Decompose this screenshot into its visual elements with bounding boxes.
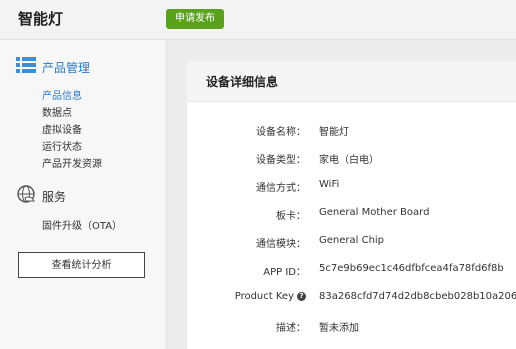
publish-button[interactable]: 申请发布 bbox=[166, 9, 224, 29]
sidebar-item-product-info[interactable]: 产品信息 bbox=[42, 87, 82, 102]
sidebar-item-run-status[interactable]: 运行状态 bbox=[42, 138, 82, 153]
detail-label: 设备类型： bbox=[256, 155, 306, 166]
top-bar: 智能灯 申请发布 bbox=[0, 0, 516, 40]
detail-label: APP ID： bbox=[263, 267, 306, 278]
detail-row-product-key: Product Key ? 83a268cfd7d74d2db8cbeb028b… bbox=[187, 291, 516, 305]
detail-value: 暂未添加 bbox=[319, 323, 359, 334]
sidebar-item-dev-resources[interactable]: 产品开发资源 bbox=[42, 155, 102, 170]
sidebar: 产品管理 产品信息 数据点 虚拟设备 运行状态 产品开发资源 服务 固件升级（O… bbox=[0, 40, 167, 349]
detail-row-comm-module: 通信模块： General Chip bbox=[187, 235, 516, 250]
detail-row-board: 板卡： General Mother Board bbox=[187, 207, 516, 222]
detail-row-comm-method: 通信方式： WiFi bbox=[187, 179, 516, 194]
sidebar-item-data-points[interactable]: 数据点 bbox=[42, 104, 72, 119]
detail-value: 家电（白电） bbox=[319, 155, 379, 166]
detail-row-description: 描述： 暂未添加 bbox=[187, 319, 516, 334]
detail-row-app-id: APP ID： 5c7e9b69ec1c46dfbfcea4fa78fd6f8b bbox=[187, 263, 516, 278]
detail-value: General Mother Board bbox=[319, 207, 430, 218]
detail-row-device-name: 设备名称： 智能灯 bbox=[187, 123, 516, 138]
view-stats-button[interactable]: 查看统计分析 bbox=[18, 252, 145, 278]
device-detail-panel: 设备详细信息 设备名称： 智能灯 设备类型： 家电（白电） 通信方式： WiFi… bbox=[187, 61, 516, 349]
detail-value: 智能灯 bbox=[319, 127, 349, 138]
detail-value: 5c7e9b69ec1c46dfbfcea4fa78fd6f8b bbox=[319, 263, 504, 274]
product-management-heading: 产品管理 bbox=[16, 56, 90, 78]
globe-hand-icon bbox=[16, 184, 36, 208]
service-heading: 服务 bbox=[16, 184, 66, 208]
detail-value: 83a268cfd7d74d2db8cbeb028b10a206 bbox=[319, 291, 516, 302]
detail-label-product-key: Product Key ? bbox=[235, 291, 306, 302]
list-stack-icon bbox=[16, 56, 36, 78]
detail-value: WiFi bbox=[319, 179, 340, 190]
help-icon[interactable]: ? bbox=[297, 292, 306, 301]
detail-row-device-type: 设备类型： 家电（白电） bbox=[187, 151, 516, 166]
panel-header: 设备详细信息 bbox=[187, 61, 516, 102]
sidebar-item-ota[interactable]: 固件升级（OTA） bbox=[42, 217, 122, 232]
detail-label: 通信方式： bbox=[256, 183, 306, 194]
detail-value: General Chip bbox=[319, 235, 385, 246]
detail-label: 描述： bbox=[276, 323, 306, 334]
product-management-title: 产品管理 bbox=[42, 60, 91, 75]
app-title: 智能灯 bbox=[18, 10, 64, 28]
panel-title: 设备详细信息 bbox=[206, 75, 279, 89]
detail-label: 板卡： bbox=[276, 211, 306, 222]
service-title: 服务 bbox=[42, 189, 67, 204]
sidebar-item-virtual-device[interactable]: 虚拟设备 bbox=[42, 121, 82, 136]
detail-label: 设备名称： bbox=[256, 127, 306, 138]
detail-label: Product Key bbox=[234, 291, 294, 302]
detail-label: 通信模块： bbox=[256, 239, 306, 250]
